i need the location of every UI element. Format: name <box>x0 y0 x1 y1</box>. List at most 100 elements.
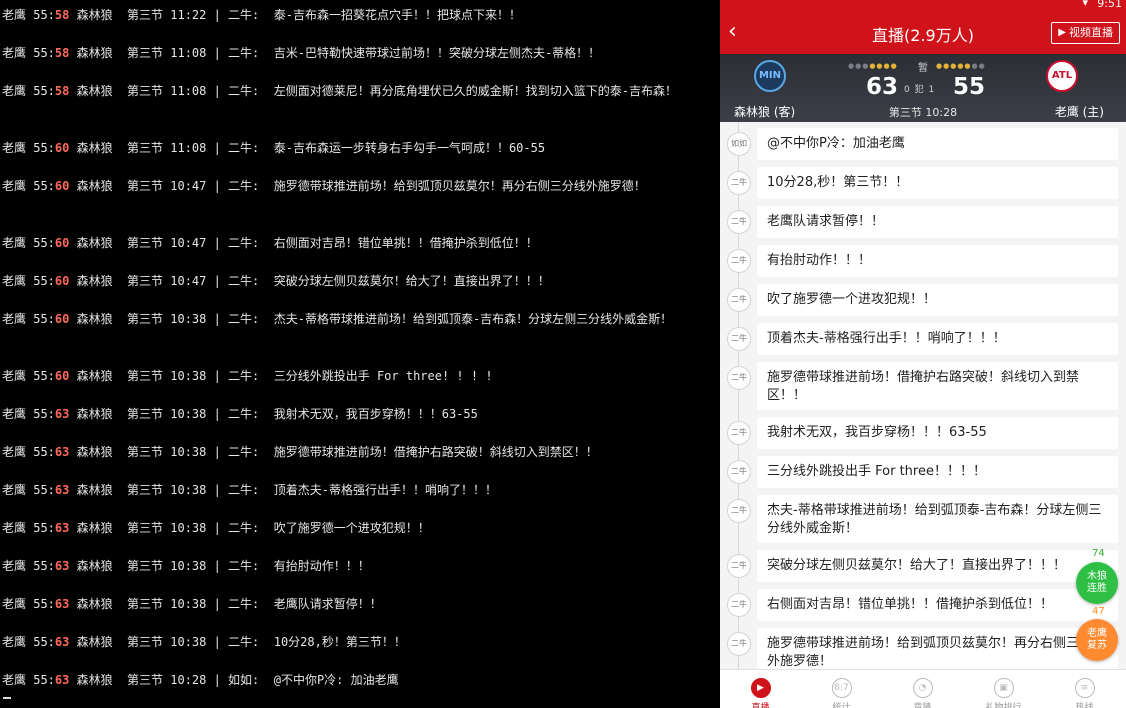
line-score: 63 <box>54 483 70 497</box>
terminal-line: 老鹰 55:63 森林狼 第三节 10:38 | 二牛: 顶着杰夫-蒂格强行出手… <box>2 481 712 500</box>
line-score: 60 <box>54 312 70 326</box>
line-score: 58 <box>54 84 70 98</box>
line-prefix: 老鹰 55: <box>2 179 55 193</box>
line-prefix: 老鹰 55: <box>2 483 55 497</box>
terminal-line: 老鹰 55:60 森林狼 第三节 10:38 | 二牛: 三分线外跳投出手 Fo… <box>2 367 712 386</box>
vote-wolves-button[interactable]: 木狼 连胜 <box>1076 562 1118 604</box>
terminal-line: 老鹰 55:60 森林狼 第三节 10:47 | 二牛: 突破分球左侧贝兹莫尔！… <box>2 272 712 291</box>
pause-label: 暂 <box>918 63 928 74</box>
terminal-line: 老鹰 55:63 森林狼 第三节 10:38 | 二牛: 有抬肘动作！！！ <box>2 557 712 576</box>
feed-message: 老鹰队请求暂停！！ <box>757 206 1118 238</box>
line-score: 58 <box>54 46 70 60</box>
scoreboard: MIN ●●●●●●● 暂 ●●●●●●● ATL 63 0 犯 1 55 森林… <box>720 54 1126 122</box>
line-text: 森林狼 第三节 11:22 | 二牛: 泰-吉布森一招葵花点穴手！！把球点下来！… <box>69 8 521 22</box>
avatar[interactable]: 二牛 <box>727 366 751 390</box>
feed-message: 杰夫-蒂格带球推进前场！给到弧顶泰-吉布森！分球左侧三分线外威金斯！ <box>757 495 1118 543</box>
line-text: 森林狼 第三节 10:47 | 二牛: 突破分球左侧贝兹莫尔！给大了！直接出界了… <box>69 274 550 288</box>
timeline-line <box>738 122 739 669</box>
chat-icon: ≡ <box>1074 678 1095 698</box>
avatar[interactable]: 二牛 <box>727 288 751 312</box>
feed-message: 突破分球左侧贝兹莫尔！给大了！直接出界了！！！ <box>757 550 1118 582</box>
line-text: 森林狼 第三节 11:08 | 二牛: 泰-吉布森运一步转身右手勾手一气呵成！！… <box>69 141 546 155</box>
feed-message: 施罗德带球推进前场！借掩护右路突破！斜线切入到禁区！！ <box>757 362 1118 410</box>
terminal-line: 老鹰 55:63 森林狼 第三节 10:38 | 二牛: 10分28,秒！第三节… <box>2 633 712 652</box>
line-score: 63 <box>54 673 70 687</box>
line-prefix: 老鹰 55: <box>2 521 55 535</box>
line-prefix: 老鹰 55: <box>2 673 55 687</box>
terminal-line: 老鹰 55:63 森林狼 第三节 10:38 | 二牛: 吹了施罗德一个进攻犯规… <box>2 519 712 538</box>
avatar[interactable]: 二牛 <box>727 554 751 578</box>
line-score: 63 <box>54 445 70 459</box>
line-score: 60 <box>54 141 70 155</box>
avatar[interactable]: 二牛 <box>727 593 751 617</box>
wifi-icon: ▾ <box>1082 0 1088 9</box>
line-prefix: 老鹰 55: <box>2 141 55 155</box>
gift-icon: ▣ <box>993 678 1014 698</box>
play-icon: ▶ <box>1058 27 1066 38</box>
terminal-line: 老鹰 55:58 森林狼 第三节 11:08 | 二牛: 左侧面对德莱尼！再分底… <box>2 82 712 101</box>
timeout-dots-home: ●●●●●●● <box>936 62 986 70</box>
line-prefix: 老鹰 55: <box>2 407 55 421</box>
line-text: 森林狼 第三节 10:38 | 二牛: 吹了施罗德一个进攻犯规！！ <box>69 521 430 535</box>
scoreboard-icon: 8:7 <box>831 678 852 698</box>
video-live-label: 视频直播 <box>1069 26 1113 39</box>
avatar[interactable]: 二牛 <box>727 460 751 484</box>
feed-message: 施罗德带球推进前场！给到弧顶贝兹莫尔！再分右侧三分线外施罗德！ <box>757 628 1118 669</box>
avatar[interactable]: 二牛 <box>727 327 751 351</box>
status-time: 9:51 <box>1097 0 1122 10</box>
video-live-button[interactable]: ▶ 视频直播 <box>1051 22 1120 44</box>
vote-hawks-button[interactable]: 老鹰 复苏 <box>1076 619 1118 661</box>
avatar[interactable]: 如如 <box>727 132 751 156</box>
nav-item-3[interactable]: ▣ 礼物排行 <box>963 670 1044 708</box>
play-circle-icon: ▶ <box>750 678 771 698</box>
terminal-line: 老鹰 55:58 森林狼 第三节 11:08 | 二牛: 吉米-巴特勒快速带球过… <box>2 44 712 63</box>
avatar[interactable]: 二牛 <box>727 210 751 234</box>
line-text: 森林狼 第三节 11:08 | 二牛: 左侧面对德莱尼！再分底角埋伏已久的威金斯… <box>69 84 677 98</box>
nav-item-0[interactable]: ▶ 直播 <box>720 670 801 708</box>
fouls-label: 0 犯 1 <box>904 85 936 95</box>
line-text: 森林狼 第三节 10:38 | 二牛: 施罗德带球推进前场！借掩护右路突破！斜线… <box>69 445 598 459</box>
feed-message: 吹了施罗德一个进攻犯规！！ <box>757 284 1118 316</box>
line-score: 60 <box>54 236 70 250</box>
app-bar: ‹ 直播(2.9万人) ▶ 视频直播 <box>720 12 1126 54</box>
nav-item-2[interactable]: ◔ 竞猜 <box>882 670 963 708</box>
team-logo-home[interactable]: ATL <box>1046 60 1078 92</box>
line-score: 63 <box>54 635 70 649</box>
hawks-vote-count: 47 <box>1092 606 1105 617</box>
line-score: 60 <box>54 274 70 288</box>
line-prefix: 老鹰 55: <box>2 445 55 459</box>
avatar[interactable]: 二牛 <box>727 421 751 445</box>
back-button[interactable]: ‹ <box>728 19 752 47</box>
nav-item-1[interactable]: 8:7 统计 <box>801 670 882 708</box>
team-logo-away[interactable]: MIN <box>754 60 786 92</box>
avatar[interactable]: 二牛 <box>727 632 751 656</box>
avatar[interactable]: 二牛 <box>727 171 751 195</box>
terminal-line: 老鹰 55:63 森林狼 第三节 10:38 | 二牛: 老鹰队请求暂停！！ <box>2 595 712 614</box>
line-prefix: 老鹰 55: <box>2 369 55 383</box>
line-text: 森林狼 第三节 11:08 | 二牛: 吉米-巴特勒快速带球过前场！！突破分球左… <box>69 46 601 60</box>
feed-message: 我射术无双，我百步穿杨！！！63-55 <box>757 417 1118 449</box>
terminal-line: 老鹰 55:63 森林狼 第三节 10:38 | 二牛: 施罗德带球推进前场！借… <box>2 443 712 462</box>
line-score: 63 <box>54 521 70 535</box>
nav-item-4[interactable]: ≡ 热线 <box>1044 670 1125 708</box>
avatar[interactable]: 二牛 <box>727 249 751 273</box>
line-text: 森林狼 第三节 10:38 | 二牛: 老鹰队请求暂停！！ <box>69 597 382 611</box>
terminal-line: 老鹰 55:63 森林狼 第三节 10:28 | 如如: @不中你P冷: 加油老… <box>2 671 712 690</box>
team-name-home: 老鹰 (主) <box>1054 105 1104 119</box>
line-score: 60 <box>54 179 70 193</box>
line-prefix: 老鹰 55: <box>2 46 55 60</box>
live-commentary-feed[interactable]: 如如 @不中你P冷：加油老鹰 二牛 10分28,秒！第三节！！ 二牛 老鹰队请求暂停！！二… <box>720 122 1126 669</box>
phone-screen: ▾ 9:51 ‹ 直播(2.9万人) ▶ 视频直播 MIN ●●●●●●● 暂 … <box>720 0 1126 708</box>
feed-message: 三分线外跳投出手 For three！！！！ <box>757 456 1118 488</box>
terminal-line: 老鹰 55:63 森林狼 第三节 10:38 | 二牛: 我射术无双，我百步穿杨… <box>2 405 712 424</box>
avatar[interactable]: 二牛 <box>727 499 751 523</box>
feed-message: @不中你P冷：加油老鹰 <box>757 128 1118 160</box>
line-prefix: 老鹰 55: <box>2 597 55 611</box>
terminal-cursor <box>3 697 11 699</box>
line-prefix: 老鹰 55: <box>2 559 55 573</box>
line-prefix: 老鹰 55: <box>2 312 55 326</box>
terminal-line: 老鹰 55:60 森林狼 第三节 11:08 | 二牛: 泰-吉布森运一步转身右… <box>2 139 712 158</box>
terminal-line: 老鹰 55:60 森林狼 第三节 10:47 | 二牛: 施罗德带球推进前场！给… <box>2 177 712 196</box>
line-text: 森林狼 第三节 10:38 | 二牛: 顶着杰夫-蒂格强行出手！！哨响了！！！ <box>69 483 497 497</box>
line-text: 森林狼 第三节 10:38 | 二牛: 三分线外跳投出手 For three! … <box>69 369 493 383</box>
